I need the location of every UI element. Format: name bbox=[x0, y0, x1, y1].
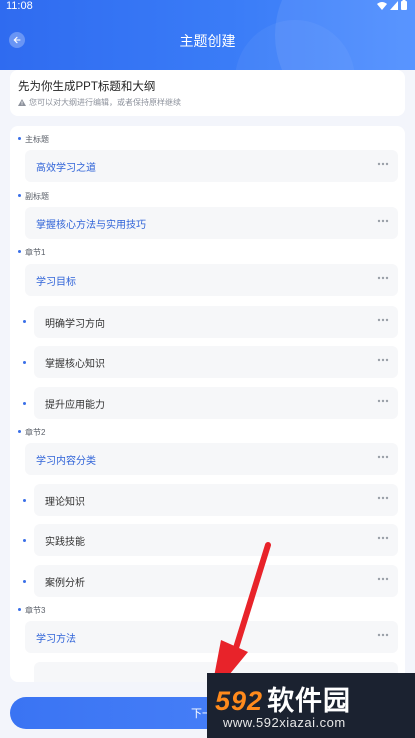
watermark-number: 592 bbox=[215, 686, 264, 716]
watermark-brand: 软件园 bbox=[267, 686, 352, 716]
watermark-url: www.592xiazai.com bbox=[223, 715, 346, 730]
annotation-arrow-icon bbox=[210, 542, 271, 698]
watermark-logo: 592 软件园 www.592xiazai.com bbox=[207, 673, 415, 738]
